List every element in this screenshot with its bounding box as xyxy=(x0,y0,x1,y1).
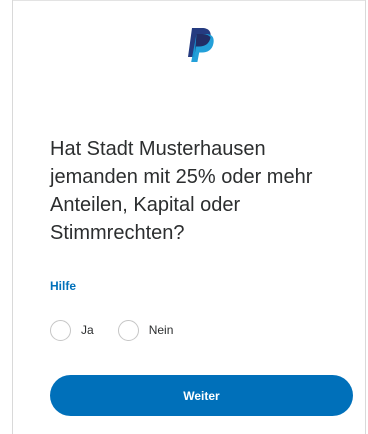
radio-label-ja[interactable]: Ja xyxy=(81,323,94,337)
paypal-logo-icon xyxy=(188,28,214,62)
page: Hat Stadt Musterhausen jemanden mit 25% … xyxy=(0,0,368,434)
continue-button[interactable]: Weiter xyxy=(50,375,353,416)
answer-radio-group: Ja Nein xyxy=(50,318,173,342)
radio-label-nein[interactable]: Nein xyxy=(149,323,174,337)
radio-option-nein[interactable]: Nein xyxy=(117,319,174,341)
radio-option-ja[interactable]: Ja xyxy=(50,319,94,341)
card-border-right xyxy=(365,0,366,434)
question-heading: Hat Stadt Musterhausen jemanden mit 25% … xyxy=(50,138,313,244)
card-border-top xyxy=(12,0,366,1)
help-link[interactable]: Hilfe xyxy=(50,279,76,293)
radio-button-nein[interactable] xyxy=(117,319,139,341)
card-border-left xyxy=(12,0,13,434)
radio-button-ja[interactable] xyxy=(50,319,71,341)
